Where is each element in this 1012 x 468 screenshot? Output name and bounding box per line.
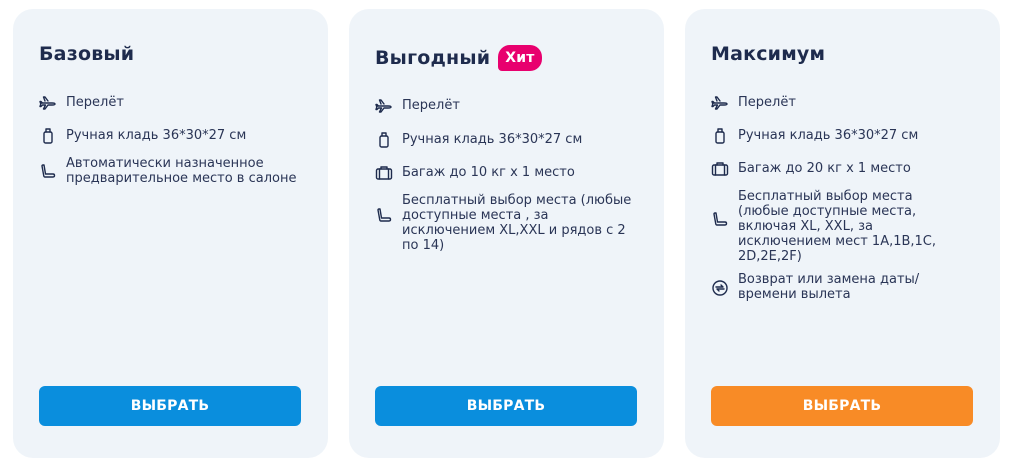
feature-hand-luggage: Ручная кладь 36*30*27 см xyxy=(375,132,637,149)
feature-flight: Перелёт xyxy=(711,95,973,112)
select-button[interactable]: ВЫБРАТЬ xyxy=(375,386,637,426)
feature-baggage: Багаж до 10 кг х 1 место xyxy=(375,165,637,182)
feature-text: Возврат или замена даты/времени вылета xyxy=(738,272,920,302)
tariff-card-maximum: Максимум Перелёт Ручная кладь 36*30*27 с… xyxy=(685,9,1000,458)
plane-icon xyxy=(39,94,57,112)
hand-luggage-icon xyxy=(711,127,729,145)
hand-luggage-icon xyxy=(39,127,57,145)
feature-seat-selection: Бесплатный выбор места (любые доступные … xyxy=(711,189,951,264)
tariff-title: Выгодный Хит xyxy=(375,45,542,71)
seat-icon xyxy=(39,163,57,181)
feature-text: Перелёт xyxy=(738,95,796,110)
tariff-title: Максимум xyxy=(711,43,826,65)
feature-flight: Перелёт xyxy=(375,98,637,115)
feature-hand-luggage: Ручная кладь 36*30*27 см xyxy=(39,128,301,145)
feature-flight: Перелёт xyxy=(39,95,301,112)
feature-text: Перелёт xyxy=(66,95,124,110)
feature-baggage: Багаж до 20 кг х 1 место xyxy=(711,161,973,178)
tariff-card-profitable: Выгодный Хит Перелёт Ручная кладь 36*30*… xyxy=(349,9,664,458)
feature-text: Багаж до 20 кг х 1 место xyxy=(738,161,911,176)
feature-text: Перелёт xyxy=(402,98,460,113)
seat-icon xyxy=(375,207,393,225)
feature-hand-luggage: Ручная кладь 36*30*27 см xyxy=(711,128,973,145)
feature-text: Бесплатный выбор места (любые доступные … xyxy=(738,189,937,264)
tariff-card-basic: Базовый Перелёт Ручная кладь 36*30*27 см… xyxy=(13,9,328,458)
feature-text: Ручная кладь 36*30*27 см xyxy=(402,132,583,147)
feature-text: Бесплатный выбор места (любые доступные … xyxy=(402,193,632,253)
exchange-icon xyxy=(711,279,729,297)
feature-seat-selection: Бесплатный выбор места (любые доступные … xyxy=(375,193,645,253)
feature-text: Багаж до 10 кг х 1 место xyxy=(402,165,575,180)
select-button[interactable]: ВЫБРАТЬ xyxy=(39,386,301,426)
hand-luggage-icon xyxy=(375,131,393,149)
plane-icon xyxy=(375,97,393,115)
suitcase-icon xyxy=(711,160,729,178)
select-button[interactable]: ВЫБРАТЬ xyxy=(711,386,973,426)
suitcase-icon xyxy=(375,164,393,182)
tariff-title: Базовый xyxy=(39,43,135,65)
seat-icon xyxy=(711,211,729,229)
feature-refund-exchange: Возврат или замена даты/времени вылета xyxy=(711,272,951,302)
feature-text: Автоматически назначенное предварительно… xyxy=(66,156,297,186)
feature-seat: Автоматически назначенное предварительно… xyxy=(39,156,301,186)
hit-badge: Хит xyxy=(498,45,542,71)
feature-text: Ручная кладь 36*30*27 см xyxy=(738,128,919,143)
feature-text: Ручная кладь 36*30*27 см xyxy=(66,128,247,143)
plane-icon xyxy=(711,94,729,112)
